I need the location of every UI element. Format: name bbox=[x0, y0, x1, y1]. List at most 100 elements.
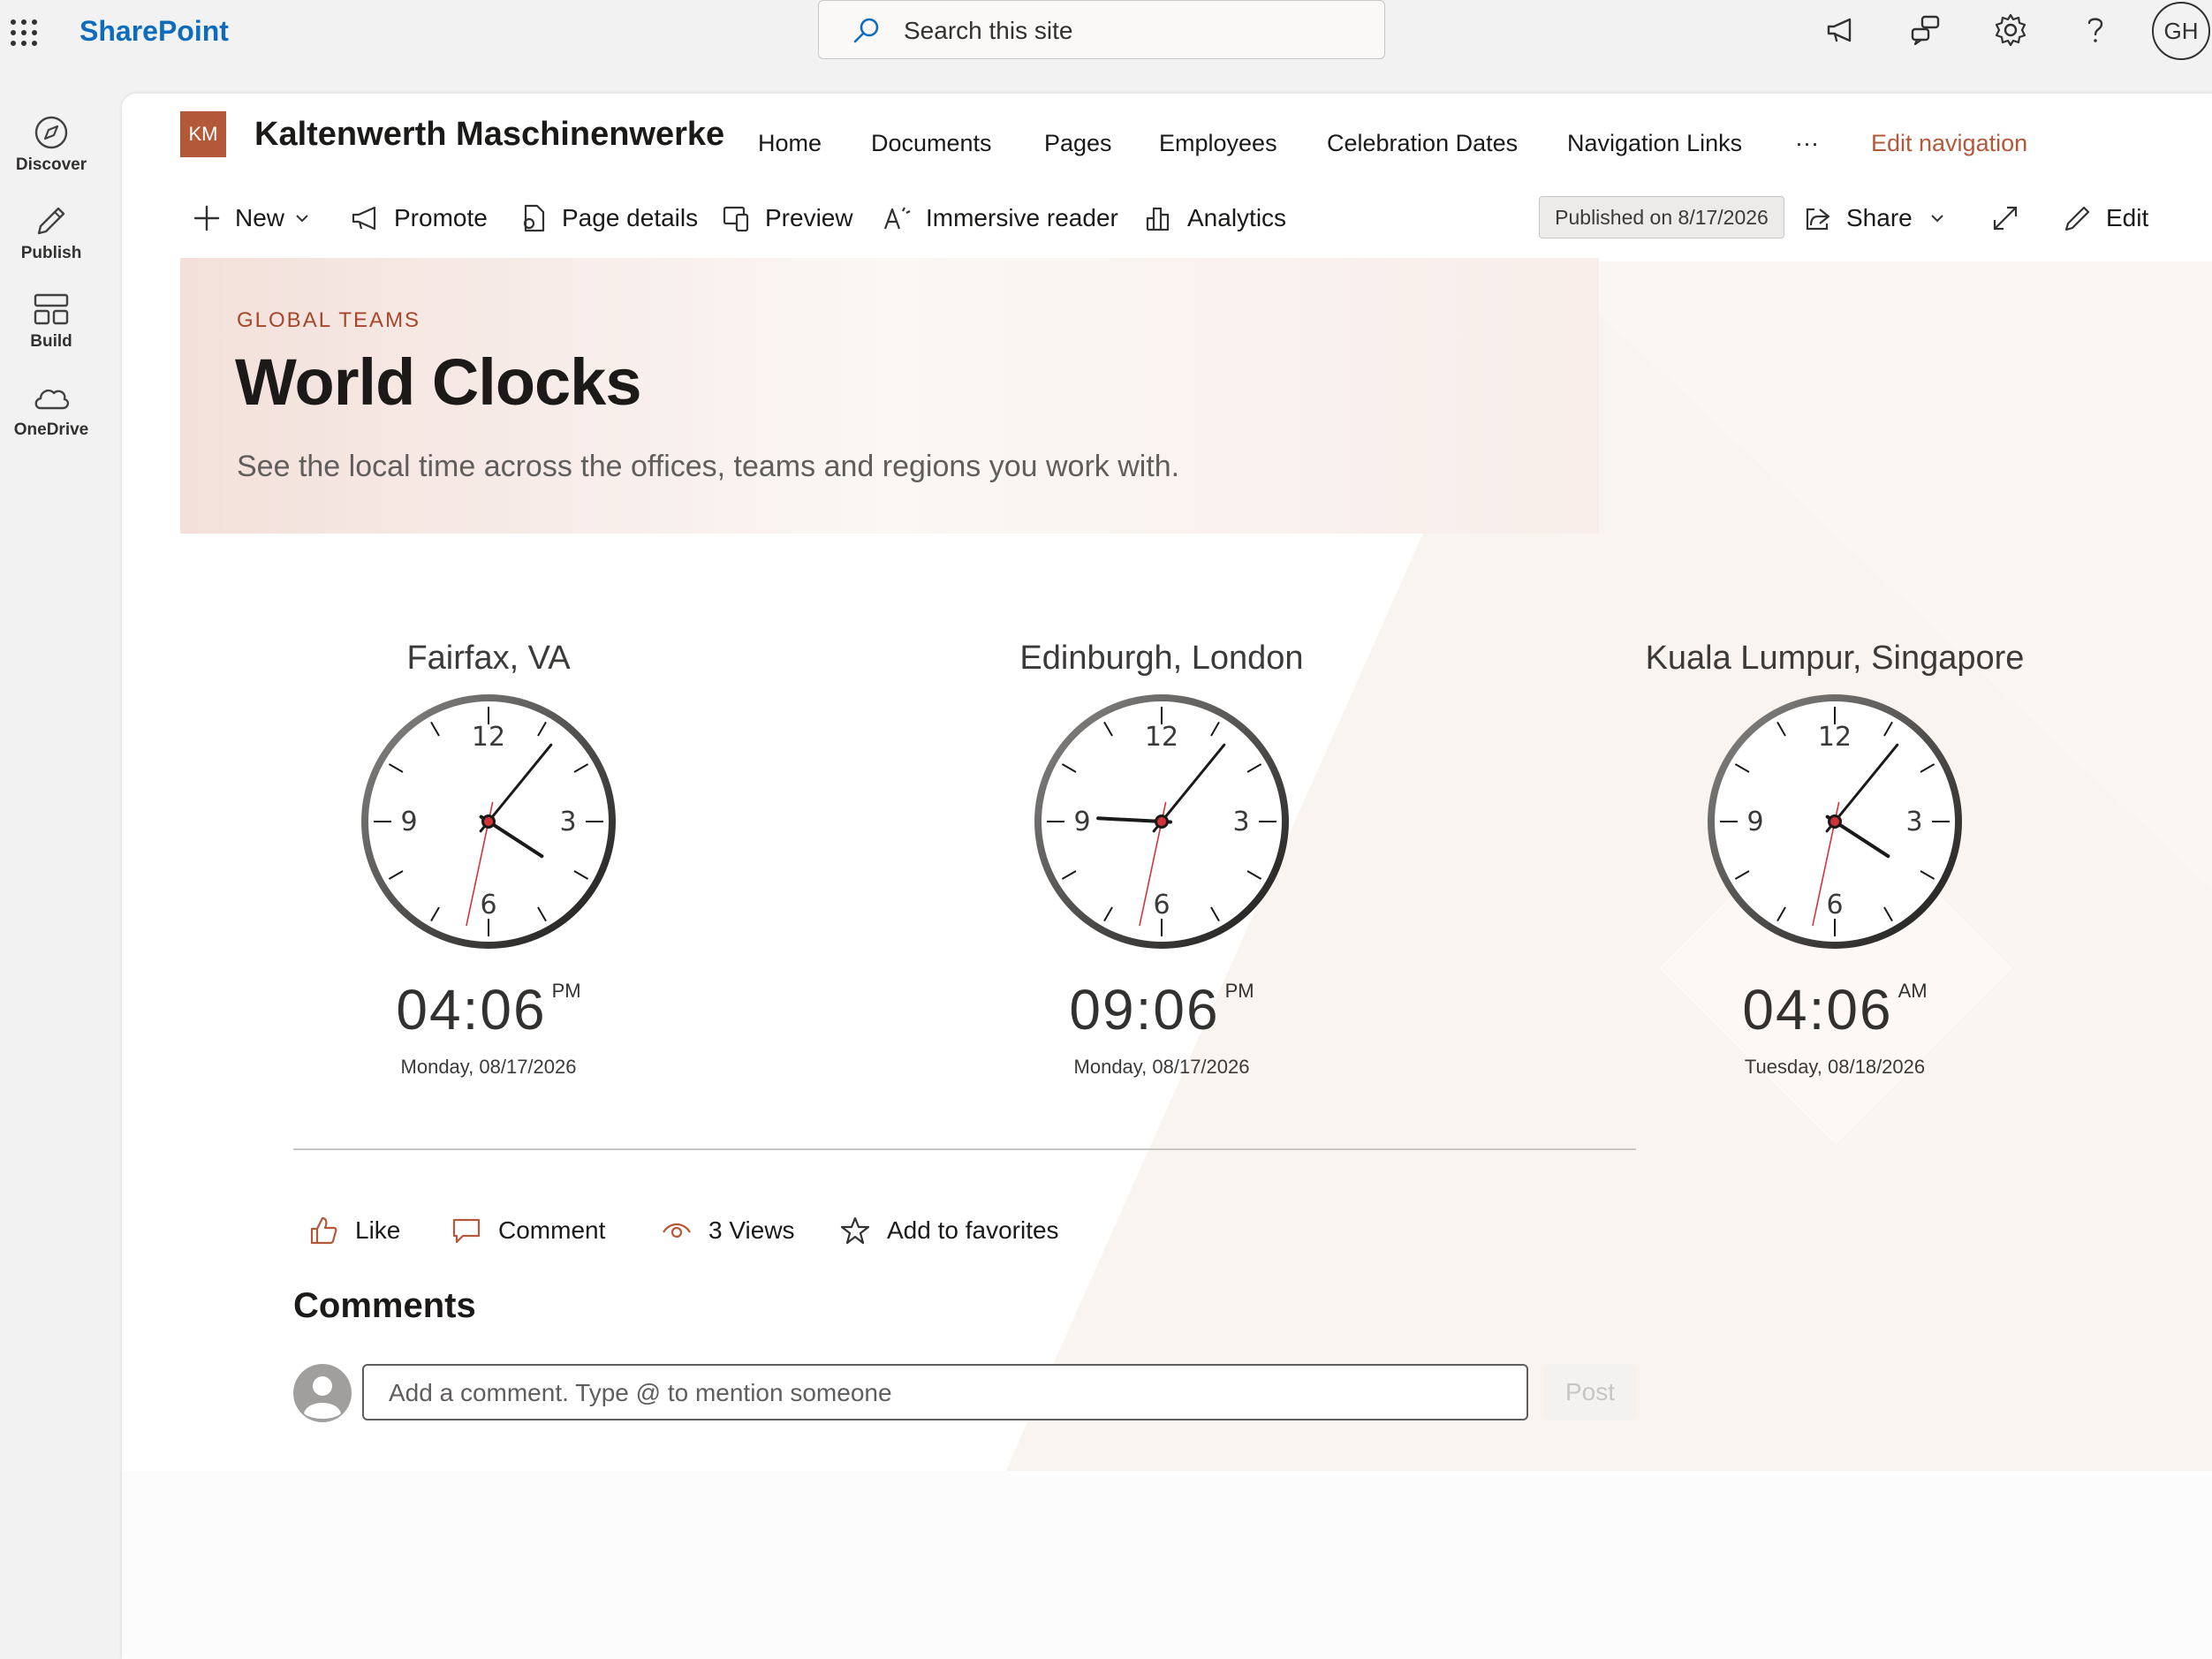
analytics-label: Analytics bbox=[1187, 204, 1287, 231]
digital-time: 04:06 AM bbox=[1570, 959, 2100, 1042]
edit-navigation-link[interactable]: Edit navigation bbox=[1871, 127, 2027, 159]
pen-icon bbox=[37, 207, 65, 235]
time-ampm: PM bbox=[1224, 980, 1254, 1002]
clock-city: Kuala Lumpur, Singapore bbox=[1645, 640, 2025, 677]
preview-icon bbox=[723, 206, 749, 232]
clock-date: Tuesday, 08/18/2026 bbox=[1744, 1056, 1926, 1078]
published-status-badge[interactable]: Published on 8/17/2026 bbox=[1539, 196, 1784, 239]
page-footer-area bbox=[122, 1471, 2212, 1659]
views-count: 3 Views bbox=[661, 1208, 795, 1253]
site-title[interactable]: Kaltenwerth Maschinenwerke bbox=[254, 113, 724, 155]
appbar-label: Build bbox=[30, 332, 72, 351]
digital-time: 04:06 PM bbox=[223, 959, 754, 1042]
edit-button[interactable]: Edit bbox=[2062, 196, 2148, 240]
page-details-button[interactable]: Page details bbox=[518, 196, 698, 240]
appbar-discover[interactable]: Discover bbox=[0, 113, 102, 175]
share-label: Share bbox=[1846, 204, 1913, 231]
share-icon bbox=[1806, 208, 1830, 231]
nav-employees[interactable]: Employees bbox=[1159, 127, 1277, 159]
promote-button[interactable]: Promote bbox=[350, 196, 488, 240]
preview-label: Preview bbox=[765, 204, 853, 231]
comment-button[interactable]: Comment bbox=[451, 1208, 605, 1253]
like-button[interactable]: Like bbox=[307, 1208, 400, 1253]
world-clock-fairfax: Fairfax, VA 12 3 6 9 04:06 PM Monday, 08/17/… bbox=[223, 636, 754, 1080]
appbar-publish[interactable]: Publish bbox=[0, 201, 102, 263]
page-subtitle: See the local time across the offices, t… bbox=[237, 450, 1180, 483]
like-label: Like bbox=[355, 1216, 401, 1244]
appbar-build[interactable]: Build bbox=[0, 290, 102, 352]
user-avatar[interactable]: GH bbox=[2152, 2, 2210, 60]
immersive-reader-button[interactable]: Immersive reader bbox=[882, 196, 1118, 240]
expand-button[interactable] bbox=[1989, 196, 2034, 240]
nav-celebration-dates[interactable]: Celebration Dates bbox=[1327, 127, 1518, 159]
cloud-icon bbox=[34, 389, 70, 410]
clock-city: Fairfax, VA bbox=[406, 640, 571, 677]
nav-more-button[interactable]: ··· bbox=[1795, 127, 1819, 159]
dial-number: 9 bbox=[1746, 807, 1763, 837]
gear-icon[interactable] bbox=[1993, 12, 2028, 48]
app-launcher-icon[interactable] bbox=[7, 16, 39, 48]
dial-number: 9 bbox=[1073, 807, 1090, 837]
new-label: New bbox=[235, 204, 285, 231]
compass-icon bbox=[34, 116, 68, 149]
appbar-onedrive[interactable]: OneDrive bbox=[0, 378, 102, 440]
comment-input[interactable]: Add a comment. Type @ to mention someone bbox=[362, 1364, 1528, 1420]
page-gear-icon bbox=[523, 204, 545, 232]
post-button[interactable]: Post bbox=[1544, 1364, 1636, 1420]
analog-clock-face: 12 3 6 9 bbox=[1034, 694, 1289, 949]
time-ampm: AM bbox=[1898, 980, 1928, 1002]
digital-time: 09:06 PM bbox=[897, 959, 1427, 1042]
dial-number: 12 bbox=[472, 722, 505, 753]
time-ampm: PM bbox=[551, 980, 581, 1002]
megaphone-icon[interactable] bbox=[1823, 12, 1859, 48]
hand-hub-center bbox=[484, 817, 493, 826]
person-avatar-icon bbox=[293, 1364, 352, 1422]
search-input[interactable]: Search this site bbox=[818, 0, 1385, 59]
dial-number: 9 bbox=[400, 807, 417, 837]
chat-icon[interactable] bbox=[1908, 12, 1943, 48]
star-icon bbox=[840, 1216, 870, 1245]
comment-label: Comment bbox=[498, 1216, 606, 1244]
dial-number: 6 bbox=[1826, 890, 1843, 920]
nav-pages[interactable]: Pages bbox=[1044, 127, 1112, 159]
page-title: World Clocks bbox=[235, 345, 641, 419]
page-canvas: KM Kaltenwerth Maschinenwerke Home Docum… bbox=[122, 94, 2212, 1659]
nav-home[interactable]: Home bbox=[758, 127, 822, 159]
time-value: 04:06 bbox=[396, 978, 547, 1042]
preview-button[interactable]: Preview bbox=[721, 196, 853, 240]
app-bar: Discover Publish Build OneDrive bbox=[0, 72, 102, 1659]
help-icon[interactable] bbox=[2078, 12, 2113, 48]
promote-label: Promote bbox=[394, 204, 488, 231]
add-to-favorites-button[interactable]: Add to favorites bbox=[839, 1208, 1059, 1253]
analog-clock-face: 12 3 6 9 bbox=[1708, 694, 1962, 949]
dial-number: 3 bbox=[559, 807, 576, 837]
analog-clock-face: 12 3 6 9 bbox=[361, 694, 616, 949]
dial-number: 6 bbox=[480, 890, 496, 920]
hero-banner: GLOBAL TEAMS World Clocks See the local … bbox=[180, 258, 1599, 534]
comment-icon bbox=[452, 1218, 481, 1244]
share-button[interactable]: Share bbox=[1802, 196, 1946, 240]
analytics-button[interactable]: Analytics bbox=[1143, 196, 1286, 240]
new-button[interactable]: New bbox=[191, 196, 311, 240]
nav-navigation-links[interactable]: Navigation Links bbox=[1567, 127, 1742, 159]
analytics-icon bbox=[1146, 207, 1170, 231]
clock-date: Monday, 08/17/2026 bbox=[1073, 1056, 1250, 1078]
appbar-label: Publish bbox=[20, 244, 82, 262]
hand-hub-center bbox=[1157, 817, 1166, 826]
sharepoint-brand[interactable]: SharePoint bbox=[80, 12, 229, 49]
hand-hub-center bbox=[1830, 817, 1839, 826]
plus-icon bbox=[193, 205, 220, 231]
section-divider bbox=[293, 1148, 1636, 1150]
thumbs-up-icon bbox=[310, 1216, 337, 1245]
layout-icon bbox=[34, 293, 69, 325]
site-logo[interactable]: KM bbox=[180, 111, 226, 157]
world-clock-edinburgh: Edinburgh, London 12 3 6 9 09:06 PM Monday, … bbox=[897, 636, 1427, 1080]
page-details-label: Page details bbox=[562, 204, 699, 231]
comment-placeholder: Add a comment. Type @ to mention someone bbox=[389, 1379, 892, 1406]
immersive-reader-label: Immersive reader bbox=[926, 204, 1118, 231]
dial-number: 3 bbox=[1905, 807, 1922, 837]
immersive-reader-icon bbox=[883, 207, 911, 230]
nav-documents[interactable]: Documents bbox=[871, 127, 992, 159]
megaphone-icon bbox=[352, 206, 376, 231]
edit-label: Edit bbox=[2106, 204, 2149, 231]
